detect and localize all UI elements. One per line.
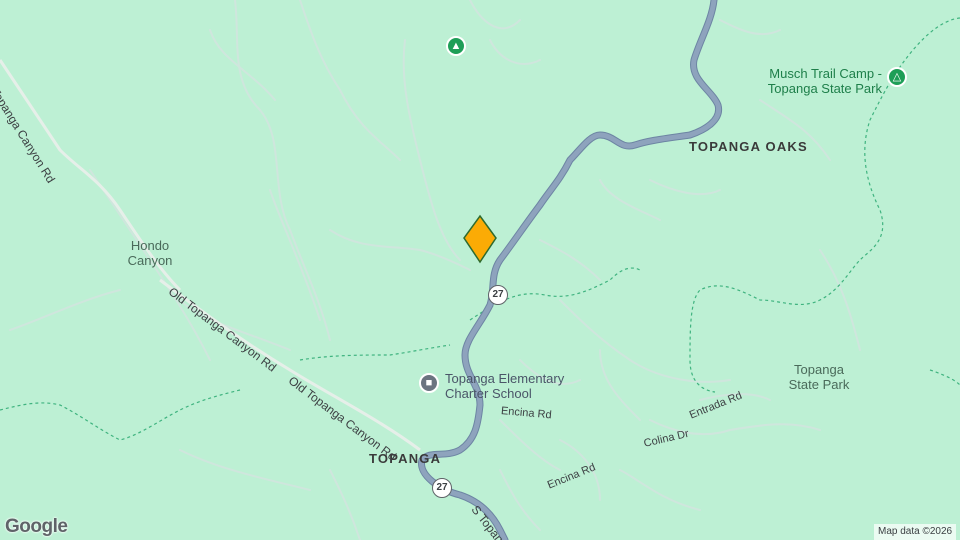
school-icon[interactable]: ■ xyxy=(419,373,439,393)
school-label[interactable]: Topanga Elementary Charter School xyxy=(445,371,580,401)
google-logo[interactable]: Google xyxy=(5,516,68,538)
campground-icon[interactable]: △ xyxy=(887,67,907,87)
place-topanga-state-park: Topanga State Park xyxy=(788,362,850,392)
location-marker-icon[interactable] xyxy=(463,214,497,264)
route-shield-27: 27 xyxy=(432,478,452,498)
route-shield-27: 27 xyxy=(488,285,508,305)
map-canvas[interactable]: ▲ △ Musch Trail Camp - Topanga State Par… xyxy=(0,0,960,540)
place-hondo-canyon: Hondo Canyon xyxy=(127,238,173,268)
place-topanga-oaks: TOPANGA OAKS xyxy=(689,139,808,154)
musch-trail-camp-label[interactable]: Musch Trail Camp - Topanga State Park xyxy=(758,66,882,96)
highway-27 xyxy=(419,0,722,540)
tree-icon[interactable]: ▲ xyxy=(446,36,466,56)
highway-27-outline xyxy=(418,0,723,540)
map-attribution[interactable]: Map data ©2026 xyxy=(874,524,957,540)
